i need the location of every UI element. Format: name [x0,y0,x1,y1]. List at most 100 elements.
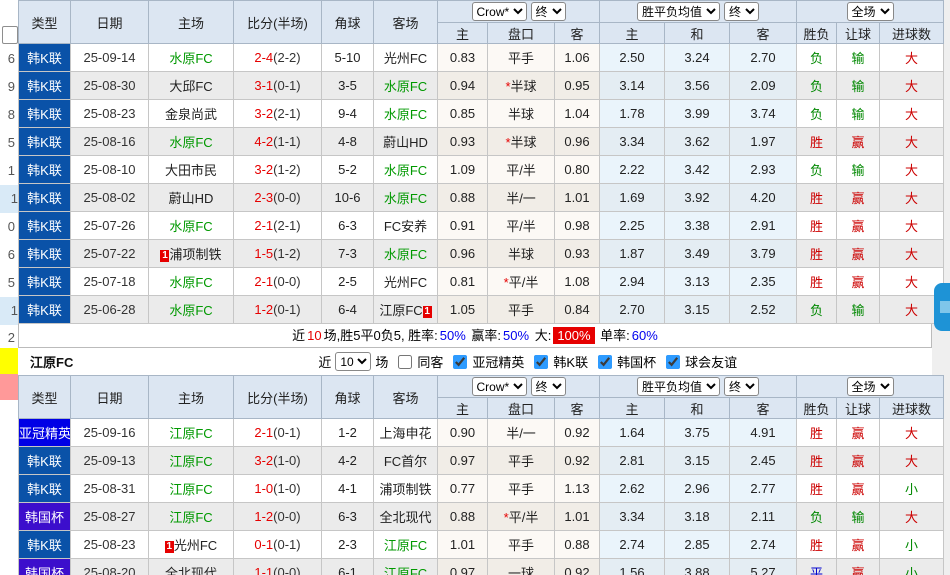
filter-checkbox-2[interactable] [598,355,612,369]
euro-home-odds: 1.64 [600,419,665,447]
corner-cell: 10-6 [322,184,374,212]
date-cell: 25-07-26 [71,212,149,240]
euro-home-odds: 2.70 [600,296,665,324]
final-select[interactable]: 终 [531,377,566,396]
asia-home-odds: 0.93 [438,128,488,156]
filter-checkbox-2-label[interactable]: 韩国杯 [617,352,656,371]
red-card-badge: 1 [165,541,174,553]
final-select[interactable]: 终 [531,2,566,21]
near-count-select[interactable]: 10 [335,352,371,371]
date-cell: 25-08-16 [71,128,149,156]
score-cell: 4-2(1-1) [234,128,322,156]
away-team-cell: 江原FC [374,559,438,575]
floating-side-button[interactable] [934,283,950,331]
result-wdl: 胜 [797,184,837,212]
home-team-cell: 大田市民 [149,156,234,184]
clipped-digit: 6 [0,45,15,73]
result-wdl: 胜 [797,212,837,240]
home-team-cell: 水原FC [149,128,234,156]
euro-away-odds: 2.35 [730,268,797,296]
clipped-digit: 1 [0,297,18,325]
handicap-cell: 平手 [488,44,555,72]
asia-away-odds: 1.13 [555,475,600,503]
sub-header-8: 进球数 [880,398,944,419]
clipped-yellow-cell [0,348,18,374]
away-team-cell: 浦项制铁 [374,475,438,503]
match-row: 韩K联25-08-16水原FC4-2(1-1)4-8蔚山HD0.93*半球0.9… [19,128,944,156]
league-badge: 韩K联 [19,296,71,324]
date-cell: 25-07-22 [71,240,149,268]
match-row: 韩K联25-07-26水原FC2-1(2-1)6-3FC安养0.91平/半0.9… [19,212,944,240]
corner-cell: 6-1 [322,559,374,575]
match-row: 韩K联25-06-28水原FC1-2(0-1)6-4江原FC11.05平手0.8… [19,296,944,324]
score-cell: 3-2(1-0) [234,447,322,475]
filter-checkbox-1[interactable] [534,355,548,369]
euro-draw-odds: 3.75 [665,419,730,447]
asia-away-odds: 1.01 [555,503,600,531]
match-row: 韩K联25-08-23金泉尚武3-2(2-1)9-4水原FC0.85半球1.04… [19,100,944,128]
asia-home-odds: 0.88 [438,184,488,212]
summary-text: 100% [553,327,594,344]
same-away-checkbox[interactable] [398,355,412,369]
asia-away-odds: 0.88 [555,531,600,559]
result-wdl: 负 [797,156,837,184]
summary-text: 60% [632,328,658,343]
asia-away-odds: 0.92 [555,559,600,575]
asia-home-odds: 0.97 [438,559,488,575]
league-badge: 韩K联 [19,240,71,268]
filter-checkbox-1-label[interactable]: 韩K联 [553,352,588,371]
corner-cell: 7-3 [322,240,374,268]
asia-home-odds: 0.94 [438,72,488,100]
summary-text: 50% [440,328,466,343]
wdl-average-select[interactable]: 胜平负均值 [637,377,720,396]
handicap-cell: 平手 [488,475,555,503]
same-away-checkbox-label[interactable]: 同客 [417,352,443,371]
euro-draw-odds: 3.56 [665,72,730,100]
corner-cell: 4-2 [322,447,374,475]
match-row: 韩K联25-08-30大邱FC3-1(0-1)3-5水原FC0.94*半球0.9… [19,72,944,100]
result-goals: 小 [880,559,944,575]
final-select[interactable]: 终 [724,377,759,396]
corner-cell: 6-4 [322,296,374,324]
home-team-cell: 水原FC [149,296,234,324]
sub-header-8: 进球数 [880,23,944,44]
wdl-average-select[interactable]: 胜平负均值 [637,2,720,21]
result-handicap: 输 [837,296,880,324]
gangwon-history-table: 类型日期主场比分(半场)角球客场Crow*终胜平负均值终全场主盘口客主和客胜负让… [18,375,944,575]
result-wdl: 胜 [797,447,837,475]
sub-header-4: 和 [665,23,730,44]
filter-checkbox-3[interactable] [666,355,680,369]
col-header-4: 角球 [322,1,374,44]
handicap-cell: 一球 [488,559,555,575]
match-row: 韩国杯25-08-27江原FC1-2(0-0)6-3全北现代0.88*平/半1.… [19,503,944,531]
match-row: 亚冠精英25-09-16江原FC2-1(0-1)1-2上海申花0.90半/一0.… [19,419,944,447]
date-cell: 25-08-02 [71,184,149,212]
left-clipped-column: 6985110651 2 [0,0,18,575]
odds-source-select[interactable]: Crow* [472,377,527,396]
home-team-cell: 大邱FC [149,72,234,100]
asia-home-odds: 0.88 [438,503,488,531]
result-goals: 大 [880,447,944,475]
euro-away-odds: 2.52 [730,296,797,324]
sub-header-5: 客 [730,23,797,44]
league-badge: 韩K联 [19,184,71,212]
match-row: 韩K联25-08-10大田市民3-2(1-2)5-2水原FC1.09平/半0.8… [19,156,944,184]
filter-checkbox-0[interactable] [453,355,467,369]
score-cell: 3-2(1-2) [234,156,322,184]
date-cell: 25-07-18 [71,268,149,296]
result-wdl: 负 [797,72,837,100]
league-badge: 韩K联 [19,100,71,128]
scope-select[interactable]: 全场 [847,2,894,21]
scope-select[interactable]: 全场 [847,377,894,396]
handicap-cell: 平手 [488,447,555,475]
final-select[interactable]: 终 [724,2,759,21]
sub-header-7: 让球 [837,398,880,419]
filter-checkbox-3-label[interactable]: 球会友谊 [685,352,737,371]
odds-source-select[interactable]: Crow* [472,2,527,21]
corner-cell: 5-10 [322,44,374,72]
result-wdl: 胜 [797,419,837,447]
euro-home-odds: 3.34 [600,503,665,531]
filter-checkbox-0-label[interactable]: 亚冠精英 [472,352,524,371]
asia-home-odds: 0.91 [438,212,488,240]
euro-away-odds: 4.20 [730,184,797,212]
